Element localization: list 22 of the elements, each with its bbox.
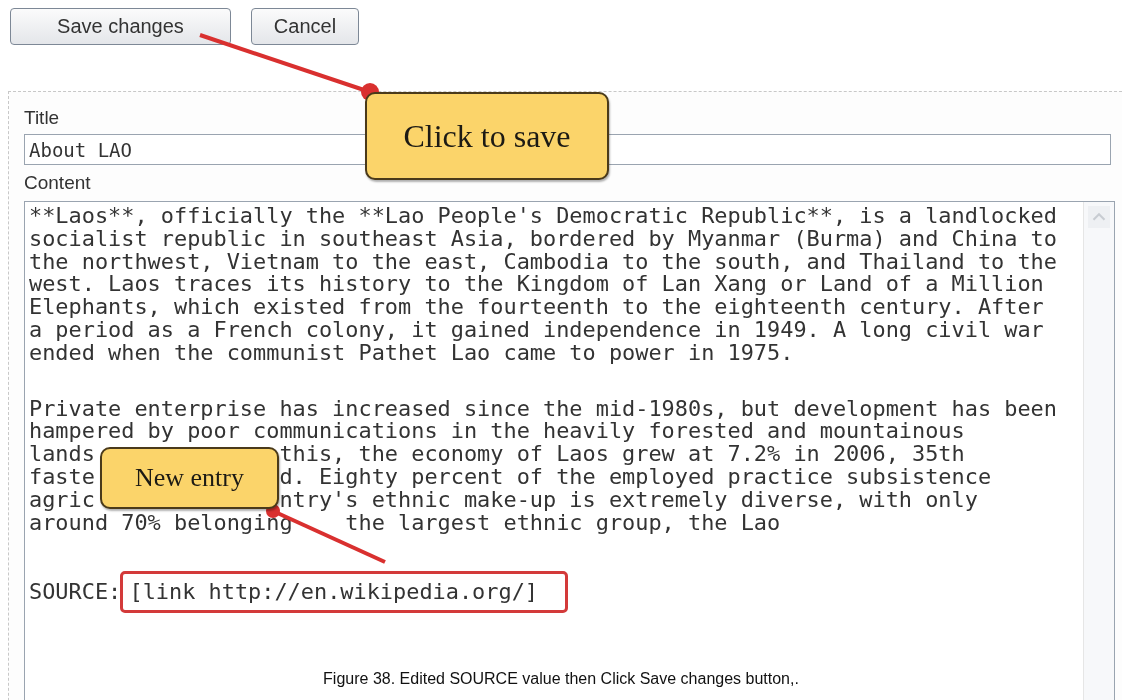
save-changes-button[interactable]: Save changes <box>10 8 231 45</box>
content-textarea[interactable] <box>24 201 1115 700</box>
content-line: **Laos**, officially the **Lao People's Democratic Republic**, is a landlocked <box>29 205 1057 228</box>
content-line: west. Laos traces its history to the Kingdom of Lan Xang or Land of a Million <box>29 273 1045 297</box>
scroll-up-icon[interactable] <box>1088 206 1110 228</box>
content-line: the northwest, Vietnam to the east, Cambodia to the south, and Thailand to the <box>29 250 1057 274</box>
content-line-fragment: agric <box>29 486 95 512</box>
content-line-fragment: this, the economy of Laos grew at 7.2% in 2006, 35th <box>279 441 965 467</box>
content-line: socialist republic in southeast Asia, bordered by Myanmar (Burma) and China to <box>29 227 1057 251</box>
content-line: a period as a French colony, it gained independence in 1949. A long civil war <box>29 319 1045 342</box>
callout-label: Click to save <box>365 92 609 180</box>
source-value-highlight: [link http://en.wikipedia.org/] <box>120 571 568 614</box>
scrollbar[interactable] <box>1083 202 1114 700</box>
source-label: SOURCE: <box>29 579 122 605</box>
callout-label: New entry <box>100 447 279 509</box>
content-label: Content <box>24 171 92 195</box>
title-label: Title <box>24 106 61 130</box>
content-line: ended when the communist Pathet Lao came to power in 1975. <box>29 341 795 365</box>
content-line: hampered by poor communications in the heavily forested and mountainous <box>29 420 966 444</box>
cancel-button[interactable]: Cancel <box>251 8 359 45</box>
content-line: Elephants, which existed from the fourteenth to the eighteenth century. After <box>29 296 1045 319</box>
content-line: Private enterprise has increased since the mid-1980s, but development has been <box>29 397 1057 421</box>
